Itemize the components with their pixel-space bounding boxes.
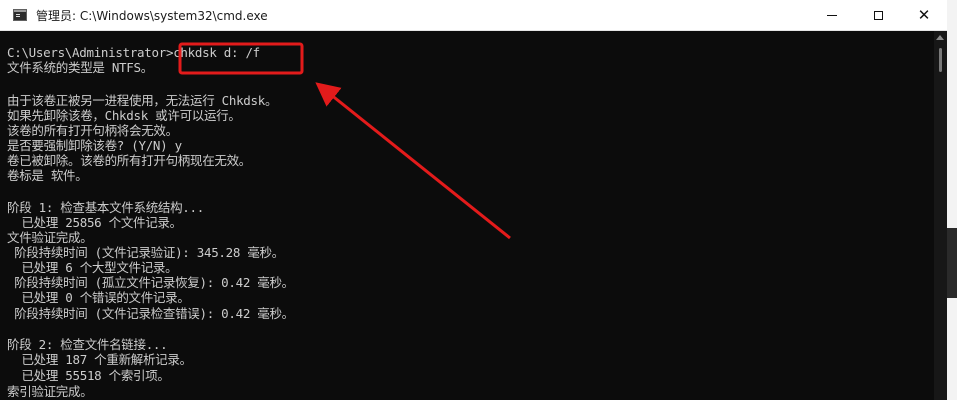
console-line: 已处理 0 个错误的文件记录。	[7, 290, 190, 305]
console-line: 阶段持续时间 (文件记录检查错误): 0.42 毫秒。	[7, 306, 294, 321]
console-line: 如果先卸除该卷，Chkdsk 或许可以运行。	[7, 108, 241, 123]
cmd-app-icon	[13, 9, 27, 21]
console-line: 文件系统的类型是 NTFS。	[7, 60, 153, 75]
background-window-image	[947, 228, 957, 298]
scroll-up-arrow-icon[interactable]	[936, 35, 944, 40]
console-line: 阶段持续时间 (孤立文件记录恢复): 0.42 毫秒。	[7, 275, 294, 290]
title-bar[interactable]: 管理员: C:\Windows\system32\cmd.exe ✕	[0, 0, 947, 31]
console-line: 由于该卷正被另一进程使用，无法运行 Chkdsk。	[7, 93, 278, 108]
window-title: 管理员: C:\Windows\system32\cmd.exe	[36, 8, 268, 23]
minimize-button[interactable]	[809, 0, 855, 30]
console-line: 卷标是 软件。	[7, 168, 88, 183]
console-line: 文件验证完成。	[7, 230, 93, 245]
background-window-edge	[947, 0, 957, 400]
console-line: 已处理 55518 个索引项。	[7, 368, 170, 383]
console-line: 已处理 25856 个文件记录。	[7, 215, 182, 230]
console-line: 卷已被卸除。该卷的所有打开句柄现在无效。	[7, 153, 252, 168]
console-output[interactable]: C:\Users\Administrator>chkdsk d: /f 文件系统…	[0, 31, 934, 400]
vertical-scrollbar[interactable]	[934, 31, 947, 400]
minimize-icon	[827, 14, 837, 16]
console-line: 该卷的所有打开句柄将会无效。	[7, 123, 178, 138]
console-line: C:\Users\Administrator>chkdsk d: /f	[7, 45, 260, 60]
maximize-icon	[873, 10, 883, 20]
window-controls: ✕	[809, 0, 947, 30]
close-icon: ✕	[917, 5, 931, 24]
console-line: 已处理 187 个重新解析记录。	[7, 352, 192, 367]
console-line: 阶段 2: 检查文件名链接...	[7, 337, 168, 352]
console-line: 索引验证完成。	[7, 384, 93, 399]
close-button[interactable]: ✕	[901, 0, 947, 30]
console-line: 阶段 1: 检查基本文件系统结构...	[7, 200, 204, 215]
maximize-button[interactable]	[855, 0, 901, 30]
console-line: 是否要强制卸除该卷? (Y/N) y	[7, 138, 182, 153]
console-line: 已处理 6 个大型文件记录。	[7, 260, 178, 275]
scroll-thumb[interactable]	[939, 48, 942, 72]
console-line: 阶段持续时间 (文件记录验证): 345.28 毫秒。	[7, 245, 284, 260]
